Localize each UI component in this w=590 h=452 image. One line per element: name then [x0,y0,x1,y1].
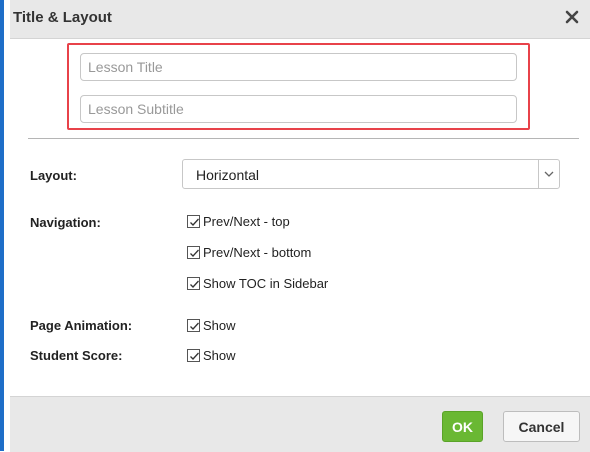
cancel-button[interactable]: Cancel [503,411,580,442]
section-divider [28,138,579,139]
close-icon[interactable] [563,8,581,26]
dialog-footer: OK Cancel [10,396,590,452]
page-animation-checkbox[interactable] [187,319,200,332]
nav-prev-next-bottom-option[interactable]: Prev/Next - bottom [187,245,311,260]
page-animation-label: Page Animation: [30,318,133,333]
nav-show-toc-option[interactable]: Show TOC in Sidebar [187,276,328,291]
window-accent-border [0,0,4,451]
lesson-title-input[interactable] [80,53,517,81]
chevron-down-icon[interactable] [538,160,559,188]
navigation-label: Navigation: [30,215,101,230]
nav-prev-next-top-option[interactable]: Prev/Next - top [187,214,290,229]
prev-next-bottom-label: Prev/Next - bottom [203,245,312,260]
prev-next-bottom-checkbox[interactable] [187,246,200,259]
dialog-title: Title & Layout [13,9,112,26]
page-animation-show-option[interactable]: Show [187,318,236,333]
dialog-titlebar: Title & Layout [10,0,590,39]
title-layout-dialog: Title & Layout Layout: Horizontal Naviga… [10,0,590,452]
lesson-subtitle-input[interactable] [80,95,517,123]
show-toc-checkbox[interactable] [187,277,200,290]
show-toc-label: Show TOC in Sidebar [203,276,329,291]
layout-select[interactable]: Horizontal [182,159,560,189]
student-score-show-option[interactable]: Show [187,348,236,363]
page-animation-show-label: Show [203,318,236,333]
student-score-label: Student Score: [30,348,123,363]
layout-selected-value: Horizontal [196,167,260,183]
prev-next-top-label: Prev/Next - top [203,214,290,229]
layout-label: Layout: [30,168,77,183]
student-score-checkbox[interactable] [187,349,200,362]
ok-button[interactable]: OK [442,411,483,442]
student-score-show-label: Show [203,348,236,363]
prev-next-top-checkbox[interactable] [187,215,200,228]
